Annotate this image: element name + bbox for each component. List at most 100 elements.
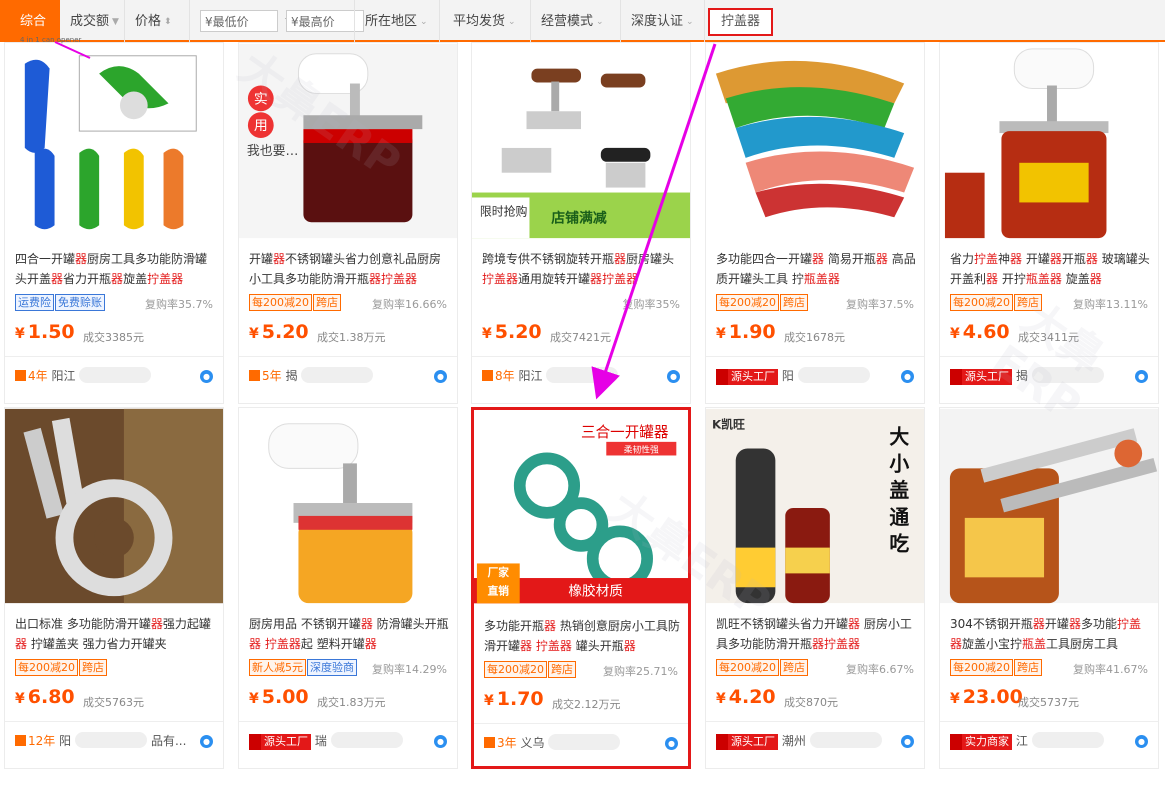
min-price-input[interactable]: ¥最低价 <box>200 10 278 32</box>
promo-tag: 运费险 <box>15 294 54 311</box>
product-image[interactable] <box>5 43 223 239</box>
product-card[interactable]: K凯旺 大 小 盖 通 吃 凯旺不锈钢罐头省力开罐器 厨房小工具多功能防滑开瓶器… <box>705 407 925 769</box>
shop-years: 8年 <box>495 369 515 383</box>
promo-tags: 每200减20 跨店 <box>950 294 1043 312</box>
promo-tag: 每200减20 <box>716 659 779 676</box>
filter-region[interactable]: 所在地区 ⌄ <box>354 0 440 42</box>
promo-tag: 跨店 <box>79 659 107 676</box>
filter-avg-ship[interactable]: 平均发货 ⌄ <box>443 0 531 42</box>
sales-volume: 成交1.83万元 <box>317 696 386 709</box>
product-image[interactable] <box>940 43 1158 239</box>
promo-tags: 每200减20 跨店 <box>484 661 577 679</box>
source-factory-badge: 实力商家 <box>950 734 1012 750</box>
blurred-seller-name <box>75 732 148 748</box>
seller-name-tail: 品有... <box>150 734 187 748</box>
seller-info[interactable]: 3年 义乌 <box>484 734 621 754</box>
product-card[interactable]: 实 用 我也要… 开罐器不锈钢罐头省力创意礼品厨房小工具多功能防滑开瓶器拧盖器 … <box>238 42 458 404</box>
product-title[interactable]: 四合一开罐器厨房工具多功能防滑罐头开盖器省力开瓶器旋盖拧盖器 <box>15 249 217 289</box>
seller-info[interactable]: 8年 阳江 <box>482 367 619 387</box>
product-card[interactable]: 四合一开罐器厨房工具多功能防滑罐头开盖器省力开瓶器旋盖拧盖器 运费险 免费赊账 复… <box>4 42 224 404</box>
chevron-down-icon: ⌄ <box>508 17 516 27</box>
promo-tag: 跨店 <box>780 659 808 676</box>
filter-deep-cert[interactable]: 深度认证 ⌄ <box>621 0 705 42</box>
shop-years-icon <box>15 370 26 381</box>
product-card[interactable]: 304不锈钢开瓶器开罐器多功能拧盖器旋盖小宝拧瓶盖工具厨房工具 每200减20 跨… <box>939 407 1159 769</box>
filter-business-mode[interactable]: 经营模式 ⌄ <box>531 0 621 42</box>
product-card[interactable]: 三合一开罐器 柔韧性强 厂家 直销 橡胶材质 多功能开瓶器 热销创意厨房小工具防… <box>471 407 691 769</box>
product-image[interactable] <box>5 408 223 604</box>
divider <box>940 356 1158 357</box>
promo-tag: 每200减20 <box>950 659 1013 676</box>
product-image[interactable]: 限时抢购 店铺满减 <box>472 43 690 239</box>
promo-tag: 跨店 <box>1014 294 1042 311</box>
chat-icon[interactable]: ● <box>667 370 680 383</box>
product-price: ¥23.00 <box>950 686 1023 708</box>
sort-price[interactable]: 价格 ⬍ <box>125 0 190 42</box>
product-title[interactable]: 厨房用品 不锈钢开罐器 防滑罐头开瓶器 拧盖器起 塑料开罐器 <box>249 614 451 654</box>
seller-info[interactable]: 源头工厂 潮州 <box>716 732 882 752</box>
product-price: ¥5.20 <box>249 321 309 343</box>
product-title[interactable]: 省力拧盖神器 开罐器开瓶器 玻璃罐头开盖利器 开拧瓶盖器 旋盖器 <box>950 249 1152 289</box>
seller-info[interactable]: 5年 揭 <box>249 367 374 387</box>
chat-icon[interactable]: ● <box>665 737 678 750</box>
shop-years: 5年 <box>262 369 282 383</box>
product-card[interactable]: 限时抢购 店铺满减 跨境专供不锈钢旋转开瓶器厨房罐头拧盖器通用旋转开罐器拧盖器 … <box>471 42 691 404</box>
chat-icon[interactable]: ● <box>200 370 213 383</box>
chat-icon[interactable]: ● <box>200 735 213 748</box>
product-image[interactable] <box>940 408 1158 604</box>
product-card[interactable]: 多功能四合一开罐器 简易开瓶器 高品质开罐头工具 拧瓶盖器 每200减20 跨店 … <box>705 42 925 404</box>
chat-icon[interactable]: ● <box>434 735 447 748</box>
product-price: ¥4.20 <box>716 686 776 708</box>
chat-icon[interactable]: ● <box>901 370 914 383</box>
overlay-hint-label: 4 in 1 can opener <box>20 36 82 44</box>
shop-years-icon <box>482 370 493 381</box>
repurchase-rate: 复购率16.66% <box>372 298 447 311</box>
sales-volume: 成交3411元 <box>1018 331 1079 344</box>
currency-symbol: ¥ <box>482 326 492 342</box>
product-image[interactable]: 实 用 我也要… <box>239 43 457 239</box>
source-factory-badge: 源头工厂 <box>249 734 311 750</box>
product-card[interactable]: 省力拧盖神器 开罐器开瓶器 玻璃罐头开盖利器 开拧瓶盖器 旋盖器 每200减20… <box>939 42 1159 404</box>
chat-icon[interactable]: ● <box>1135 370 1148 383</box>
shop-years: 4年 <box>28 369 48 383</box>
seller-location: 阳 <box>59 734 72 748</box>
seller-info[interactable]: 源头工厂 阳 <box>716 367 870 387</box>
promo-tag: 每200减20 <box>484 661 547 678</box>
blurred-seller-name <box>1031 732 1104 748</box>
product-image[interactable]: 三合一开罐器 柔韧性强 厂家 直销 橡胶材质 <box>474 410 688 606</box>
seller-info[interactable]: 12年 阳 品有... <box>15 732 186 752</box>
promo-tags: 每200减20 跨店 <box>716 294 809 312</box>
sales-volume: 成交3385元 <box>83 331 144 344</box>
product-title[interactable]: 开罐器不锈钢罐头省力创意礼品厨房小工具多功能防滑开瓶器拧盖器 <box>249 249 451 289</box>
product-price: ¥5.20 <box>482 321 542 343</box>
max-price-input[interactable]: ¥最高价 <box>286 10 364 32</box>
repurchase-rate: 复购率6.67% <box>846 663 914 676</box>
product-title[interactable]: 跨境专供不锈钢旋转开瓶器厨房罐头拧盖器通用旋转开罐器拧盖器 <box>482 249 684 289</box>
seller-info[interactable]: 源头工厂 瑞 <box>249 732 403 752</box>
seller-location: 潮州 <box>781 734 806 748</box>
product-image[interactable]: K凯旺 大 小 盖 通 吃 <box>706 408 924 604</box>
blurred-seller-name <box>797 367 870 383</box>
product-title[interactable]: 304不锈钢开瓶器开罐器多功能拧盖器旋盖小宝拧瓶盖工具厨房工具 <box>950 614 1152 654</box>
product-title[interactable]: 出口标准 多功能防滑开罐器强力起罐器 拧罐盖夹 强力省力开罐夹 <box>15 614 217 654</box>
svg-text:三合一开罐器: 三合一开罐器 <box>581 424 669 441</box>
product-title[interactable]: 凯旺不锈钢罐头省力开罐器 厨房小工具多功能防滑开瓶器拧盖器 <box>716 614 918 654</box>
seller-info[interactable]: 实力商家 江 <box>950 732 1104 752</box>
seller-info[interactable]: 源头工厂 揭 <box>950 367 1104 387</box>
seller-info[interactable]: 4年 阳江 <box>15 367 152 387</box>
product-title[interactable]: 多功能四合一开罐器 简易开瓶器 高品质开罐头工具 拧瓶盖器 <box>716 249 918 289</box>
product-card[interactable]: 出口标准 多功能防滑开罐器强力起罐器 拧罐盖夹 强力省力开罐夹 每200减20 跨… <box>4 407 224 769</box>
svg-text:通: 通 <box>889 506 909 529</box>
product-card[interactable]: 厨房用品 不锈钢开罐器 防滑罐头开瓶器 拧盖器起 塑料开罐器 新人减5元 深度验商… <box>238 407 458 769</box>
product-image[interactable] <box>239 408 457 604</box>
search-keyword-box[interactable]: 拧盖器 <box>708 8 773 36</box>
product-title[interactable]: 多功能开瓶器 热销创意厨房小工具防滑开罐器 拧盖器 罐头开瓶器 <box>484 616 682 656</box>
promo-tags: 运费险 免费赊账 <box>15 294 106 312</box>
chevron-down-icon: ▼ <box>112 17 119 27</box>
chat-icon[interactable]: ● <box>901 735 914 748</box>
source-factory-badge: 源头工厂 <box>950 369 1012 385</box>
seller-location: 阳江 <box>51 369 76 383</box>
chat-icon[interactable]: ● <box>1135 735 1148 748</box>
product-image[interactable] <box>706 43 924 239</box>
chat-icon[interactable]: ● <box>434 370 447 383</box>
